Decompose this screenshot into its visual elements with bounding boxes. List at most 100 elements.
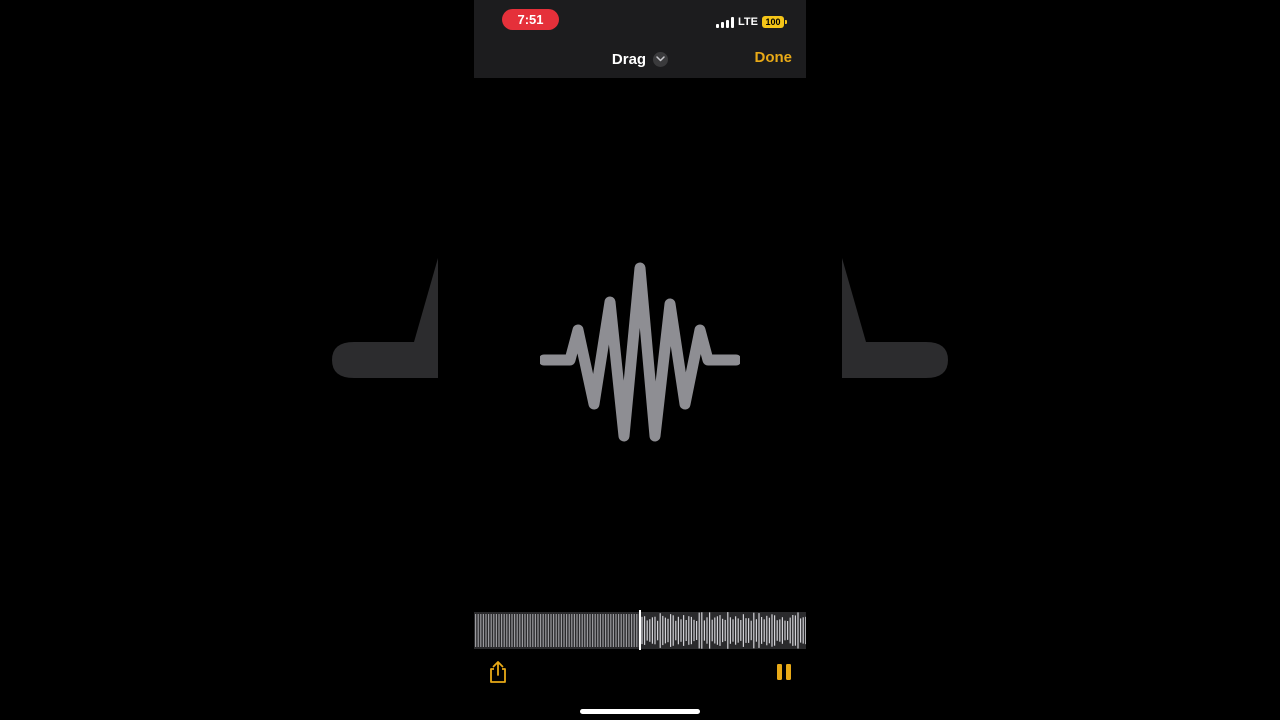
playhead[interactable] — [639, 610, 641, 650]
timeline-bar — [724, 619, 726, 642]
timeline-bar — [576, 614, 578, 647]
timeline-bar — [563, 614, 565, 647]
timeline-bar — [516, 614, 518, 647]
timeline-bar — [633, 614, 635, 647]
timeline-bar — [711, 619, 713, 642]
timeline-bar — [685, 620, 687, 641]
timeline-bar — [641, 616, 643, 645]
timeline-bar — [501, 614, 503, 647]
timeline-bar — [553, 614, 555, 647]
timeline-bar — [781, 617, 783, 644]
share-icon[interactable] — [487, 660, 509, 684]
recording-time-pill[interactable]: 7:51 — [502, 9, 559, 30]
timeline-bar — [774, 615, 776, 646]
timeline-bar — [750, 620, 752, 641]
timeline-bar — [597, 614, 599, 647]
timeline-bar — [618, 614, 620, 647]
timeline-bar — [745, 618, 747, 643]
timeline-bar — [519, 614, 521, 647]
timeline-bar — [680, 619, 682, 642]
timeline-bar — [646, 620, 648, 641]
phone-screen: 7:51 LTE 100 Drag Done — [474, 0, 806, 720]
timeline-bar — [654, 616, 656, 645]
timeline-bar — [493, 614, 495, 647]
timeline-bar — [677, 616, 679, 645]
top-bar: 7:51 LTE 100 Drag Done — [474, 0, 806, 78]
home-indicator[interactable] — [580, 709, 700, 714]
timeline-bar — [607, 614, 609, 647]
timeline-bar — [521, 614, 523, 647]
timeline-bar — [729, 617, 731, 644]
timeline-bar — [610, 614, 612, 647]
timeline-bar — [651, 617, 653, 644]
timeline-bar — [566, 614, 568, 647]
done-button[interactable]: Done — [755, 49, 793, 66]
timeline-bar — [714, 617, 716, 644]
timeline-bar — [805, 616, 806, 645]
timeline-bar — [529, 614, 531, 647]
timeline-bar — [550, 614, 552, 647]
timeline-bar — [615, 614, 617, 647]
timeline-bar — [584, 614, 586, 647]
timeline-bar — [542, 614, 544, 647]
timeline-bar — [488, 614, 490, 647]
timeline-bar — [771, 614, 773, 647]
timeline-bar — [625, 614, 627, 647]
timeline-bar — [792, 615, 794, 646]
status-indicators: LTE 100 — [716, 14, 787, 30]
timeline-bar — [698, 612, 700, 649]
timeline-bar — [558, 614, 560, 647]
timeline-bar — [514, 614, 516, 647]
timeline-bar — [631, 614, 633, 647]
timeline-bar — [787, 621, 789, 640]
timeline-bar — [636, 614, 638, 647]
timeline-bar — [719, 615, 721, 646]
timeline-bar — [779, 619, 781, 642]
timeline-bar — [709, 612, 711, 649]
timeline-bar — [776, 620, 778, 641]
timeline-bar — [755, 619, 757, 642]
timeline-bar — [599, 614, 601, 647]
timeline-bar — [688, 616, 690, 645]
timeline-bar — [586, 614, 588, 647]
timeline-bar — [480, 614, 482, 647]
timeline-bar — [594, 614, 596, 647]
timeline-bar — [605, 614, 607, 647]
timeline-bar — [657, 620, 659, 641]
timeline-bar — [568, 614, 570, 647]
timeline-bar — [524, 614, 526, 647]
timeline-bar — [555, 614, 557, 647]
timeline-bar — [477, 614, 479, 647]
pause-icon[interactable] — [776, 663, 792, 681]
timeline-bar — [581, 614, 583, 647]
timeline-bar — [737, 618, 739, 643]
timeline-bar — [722, 618, 724, 643]
timeline-bar — [670, 614, 672, 647]
timeline-bar — [490, 614, 492, 647]
timeline-bar — [589, 614, 591, 647]
timeline-bar — [662, 615, 664, 646]
timeline-bar — [748, 618, 750, 643]
timeline-bar — [693, 619, 695, 642]
timeline-bar — [753, 612, 755, 649]
timeline-bar — [644, 616, 646, 645]
timeline-bar — [495, 614, 497, 647]
timeline-bar — [740, 620, 742, 641]
timeline-bar — [716, 616, 718, 645]
chevron-down-icon[interactable] — [653, 51, 669, 67]
timeline-bar — [784, 620, 786, 641]
timeline-bar — [742, 614, 744, 647]
timeline-bar — [560, 614, 562, 647]
timeline-bar — [534, 614, 536, 647]
timeline-bar — [620, 614, 622, 647]
timeline-bar — [537, 614, 539, 647]
timeline-bar — [800, 618, 802, 643]
timeline-bar — [527, 614, 529, 647]
timeline-bar — [667, 618, 669, 643]
timeline-bar — [545, 614, 547, 647]
timeline-bar — [683, 615, 685, 646]
timeline-bar — [511, 614, 513, 647]
timeline-bar — [706, 617, 708, 644]
timeline-bar — [701, 612, 703, 649]
background-reflection-left — [332, 258, 438, 378]
